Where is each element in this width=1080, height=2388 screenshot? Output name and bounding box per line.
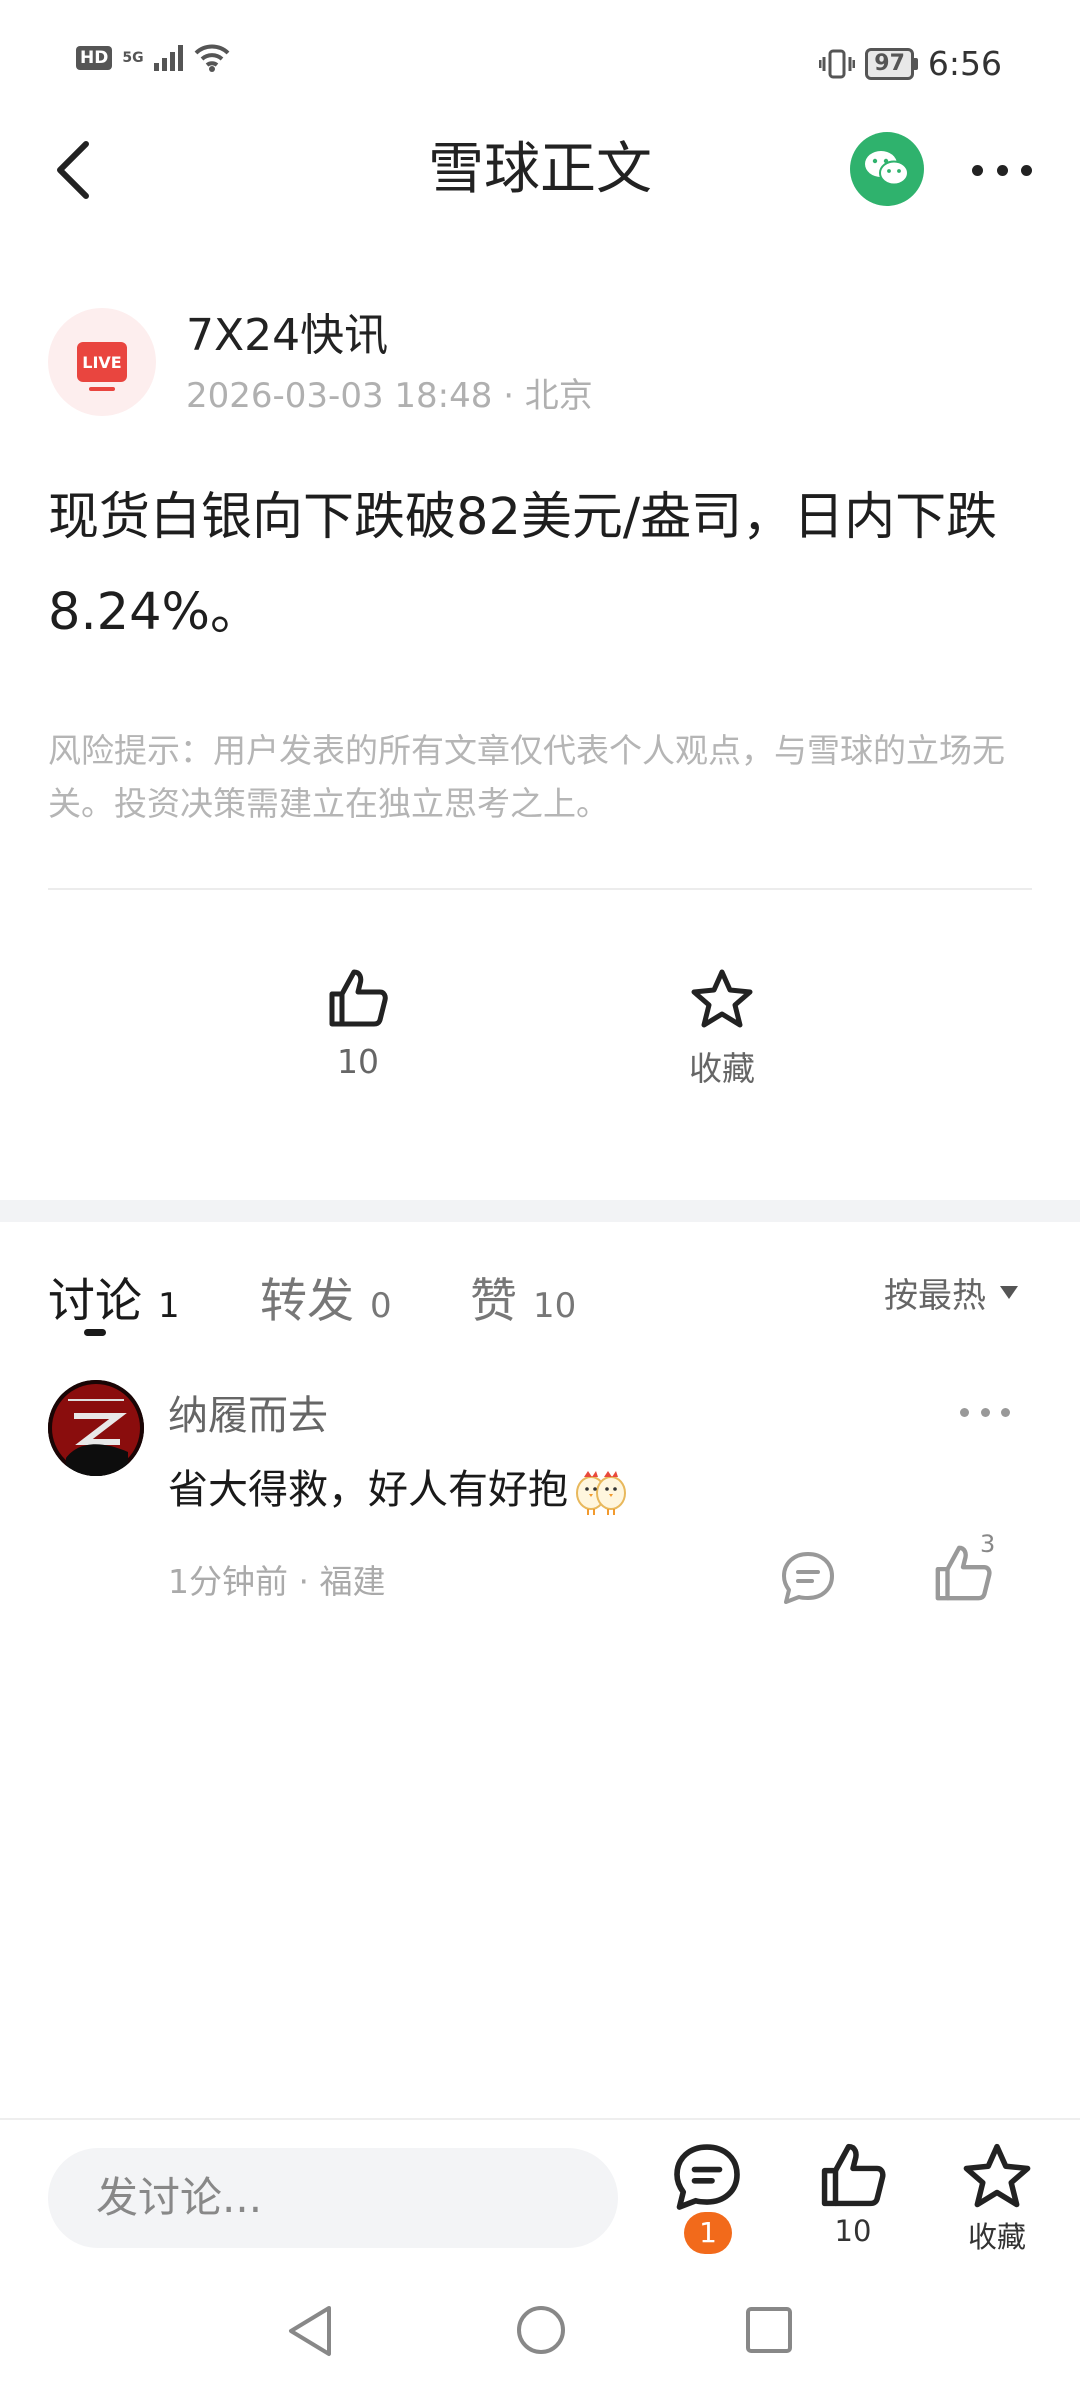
bottom-like-count: 10 bbox=[834, 2214, 872, 2248]
nav-recents-button[interactable] bbox=[745, 2306, 793, 2354]
comment-username[interactable]: 纳履而去 bbox=[168, 1390, 328, 1442]
bottom-comment-button[interactable] bbox=[672, 2142, 742, 2212]
post-favorite-button[interactable]: 收藏 bbox=[652, 968, 792, 1090]
hd-icon: HD bbox=[76, 46, 113, 70]
star-icon bbox=[963, 2143, 1031, 2208]
tab-count: 1 bbox=[158, 1286, 180, 1326]
nav-back-button[interactable] bbox=[285, 2304, 335, 2358]
clock: 6:56 bbox=[927, 44, 1002, 83]
comment-reply-button[interactable] bbox=[780, 1550, 836, 1606]
post-favorite-label: 收藏 bbox=[689, 1049, 755, 1088]
tab-count: 10 bbox=[533, 1286, 577, 1326]
post-meta: 2026-03-03 18:48 · 北京 bbox=[186, 376, 593, 416]
tab-label: 转发 bbox=[260, 1274, 354, 1329]
live-icon: LIVE bbox=[77, 342, 127, 391]
tab-label: 讨论 bbox=[48, 1274, 142, 1329]
star-icon bbox=[691, 969, 753, 1028]
tab-discussion[interactable]: 讨论 1 bbox=[48, 1262, 180, 1331]
status-bar-left: HD 5G bbox=[76, 44, 230, 72]
article-body: 现货白银向下跌破82美元/盎司，日内下跌8.24%。 bbox=[48, 488, 998, 642]
comment-text-content: 省大得救，好人有好抱 bbox=[168, 1467, 568, 1513]
comment-like-count: 3 bbox=[980, 1530, 996, 1558]
network-type: 5G bbox=[122, 50, 144, 66]
bottom-favorite-button[interactable] bbox=[962, 2142, 1032, 2212]
author-avatar[interactable]: LIVE bbox=[48, 308, 156, 416]
comment-input[interactable]: 发讨论... bbox=[48, 2148, 618, 2248]
comment-text: 省大得救，好人有好抱 bbox=[168, 1462, 628, 1518]
post-like-count: 10 bbox=[337, 1042, 379, 1081]
tab-likes[interactable]: 赞 10 bbox=[470, 1262, 576, 1331]
bottom-like-button[interactable] bbox=[818, 2142, 888, 2212]
tab-repost[interactable]: 转发 0 bbox=[260, 1262, 392, 1331]
user-avatar-image bbox=[48, 1380, 144, 1476]
thumbs-up-icon bbox=[329, 969, 388, 1027]
caret-down-icon bbox=[1000, 1286, 1018, 1299]
triangle-back-icon bbox=[289, 2306, 331, 2356]
comment-count-badge: 1 bbox=[684, 2212, 732, 2254]
section-separator bbox=[0, 1200, 1080, 1222]
wechat-icon bbox=[865, 151, 909, 186]
risk-notice: 风险提示：用户发表的所有文章仅代表个人观点，与雪球的立场无关。投资决策需建立在独… bbox=[48, 731, 1005, 823]
circle-home-icon bbox=[517, 2306, 565, 2354]
more-options-button[interactable] bbox=[972, 155, 1032, 185]
square-recents-icon bbox=[746, 2307, 792, 2353]
divider bbox=[48, 888, 1032, 890]
more-icon bbox=[960, 1408, 969, 1417]
comment-meta: 1分钟前 · 福建 bbox=[168, 1562, 386, 1601]
battery-icon: 97 bbox=[865, 47, 918, 80]
vibrate-icon bbox=[819, 49, 856, 78]
status-bar-right: 97 6:56 bbox=[819, 44, 1002, 83]
comment-avatar[interactable] bbox=[48, 1380, 144, 1476]
thumbs-up-icon bbox=[821, 2143, 886, 2207]
sort-dropdown[interactable]: 按最热 bbox=[884, 1268, 1018, 1317]
wifi-icon bbox=[194, 44, 229, 72]
more-icon bbox=[972, 164, 983, 176]
tab-label: 赞 bbox=[470, 1274, 517, 1329]
post-like-button[interactable]: 10 bbox=[288, 968, 428, 1081]
comment-more-button[interactable] bbox=[960, 1408, 1010, 1420]
tab-count: 0 bbox=[370, 1286, 392, 1326]
sort-label: 按最热 bbox=[884, 1276, 986, 1316]
comment-icon bbox=[674, 2144, 740, 2210]
author-name[interactable]: 7X24快讯 bbox=[186, 308, 388, 364]
tab-active-indicator bbox=[84, 1329, 106, 1336]
chicks-emoji-icon bbox=[576, 1471, 626, 1515]
comment-icon bbox=[782, 1552, 834, 1604]
nav-home-button[interactable] bbox=[515, 2304, 567, 2356]
signal-icon bbox=[153, 45, 183, 71]
comment-input-placeholder: 发讨论... bbox=[96, 2173, 263, 2222]
bottom-favorite-label: 收藏 bbox=[967, 2220, 1026, 2254]
battery-level: 97 bbox=[865, 47, 914, 80]
wechat-share-button[interactable] bbox=[850, 132, 924, 206]
